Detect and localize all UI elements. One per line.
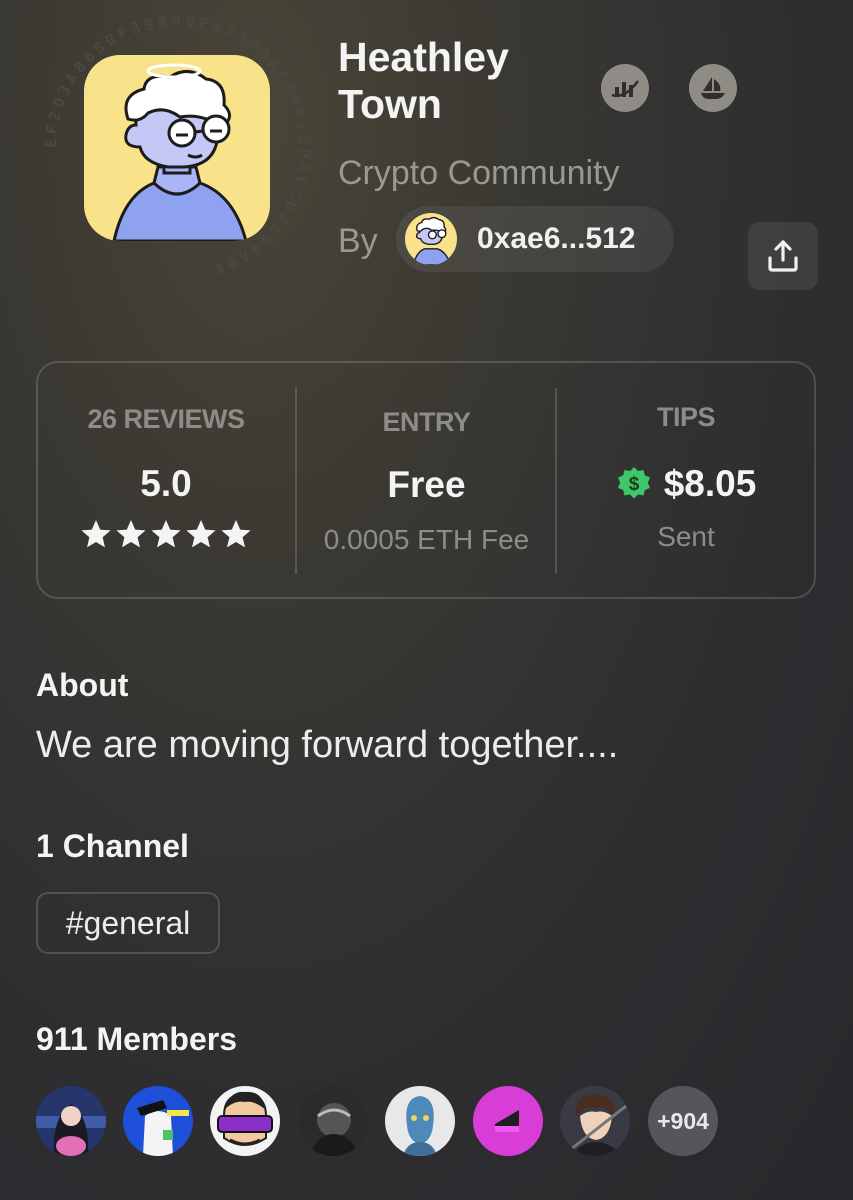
star-icon bbox=[186, 520, 216, 548]
share-icon bbox=[768, 240, 798, 272]
about-title: About bbox=[36, 667, 129, 703]
member-avatar[interactable] bbox=[36, 1086, 106, 1156]
members-title: 911 Members bbox=[36, 1021, 238, 1057]
tips-sent-label: Sent bbox=[657, 521, 715, 552]
tips-value: $8.05 bbox=[663, 463, 757, 504]
entry-label: ENTRY bbox=[382, 407, 471, 437]
rating-value: 5.0 bbox=[140, 463, 192, 504]
svg-text:$: $ bbox=[628, 474, 639, 495]
member-avatar[interactable] bbox=[473, 1086, 543, 1156]
stats-divider bbox=[295, 388, 297, 574]
member-avatar[interactable] bbox=[298, 1086, 368, 1156]
star-icon bbox=[81, 520, 111, 548]
share-button[interactable] bbox=[748, 222, 818, 290]
about-text: We are moving forward together.... bbox=[36, 724, 619, 766]
community-name: Heathley Town bbox=[338, 34, 509, 127]
star-icon bbox=[151, 520, 181, 548]
tips-label: TIPS bbox=[656, 402, 716, 432]
star-icon bbox=[221, 520, 251, 548]
member-avatar[interactable] bbox=[560, 1086, 630, 1156]
more-members-count[interactable]: +904 bbox=[648, 1086, 718, 1156]
rating-stars bbox=[38, 519, 294, 556]
tips-stat[interactable]: TIPS $ $8.05 Sent bbox=[557, 402, 815, 553]
entry-value: Free bbox=[387, 464, 466, 505]
reviews-stat[interactable]: 26 REVIEWS 5.0 bbox=[38, 404, 294, 556]
reviews-label: 26 REVIEWS bbox=[87, 404, 245, 434]
member-avatar[interactable] bbox=[210, 1086, 280, 1156]
chart-icon[interactable] bbox=[601, 64, 649, 112]
community-category: Crypto Community bbox=[338, 154, 620, 192]
boat-icon[interactable] bbox=[689, 64, 737, 112]
dollar-badge-icon: $ bbox=[617, 467, 650, 499]
creator-address: 0xae6...512 bbox=[477, 222, 636, 255]
creator-avatar bbox=[405, 213, 457, 265]
channels-title: 1 Channel bbox=[36, 828, 189, 864]
entry-stat: ENTRY Free 0.0005 ETH Fee bbox=[298, 407, 555, 556]
creator-chip[interactable]: 0xae6...512 bbox=[396, 206, 674, 272]
entry-fee: 0.0005 ETH Fee bbox=[323, 524, 530, 555]
star-icon bbox=[116, 520, 146, 548]
member-avatar[interactable] bbox=[123, 1086, 193, 1156]
member-avatar[interactable] bbox=[385, 1086, 455, 1156]
by-label: By bbox=[338, 222, 378, 260]
channel-chip-general[interactable]: #general bbox=[36, 892, 220, 954]
community-avatar bbox=[84, 55, 270, 241]
